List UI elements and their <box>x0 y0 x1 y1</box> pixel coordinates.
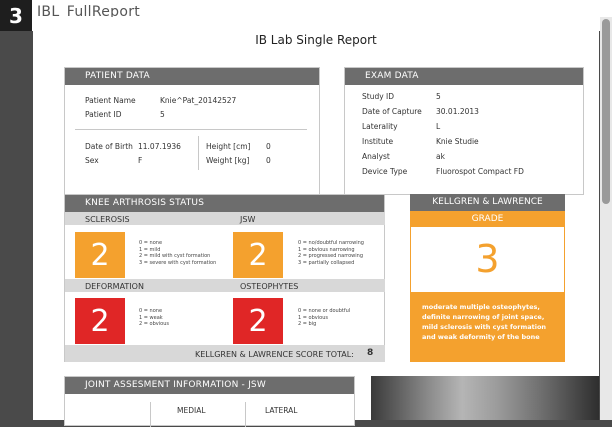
kl-grade-label: GRADE <box>410 211 565 227</box>
joint-assessment-header: JOINT ASSESMENT INFORMATION - JSW <box>65 377 354 394</box>
exam-field-value: ak <box>436 152 445 161</box>
joint-column-divider <box>150 402 151 427</box>
joint-assessment-panel: JOINT ASSESMENT INFORMATION - JSW MEDIAL… <box>64 376 355 427</box>
exam-field-value: Fluorospot Compact FD <box>436 167 524 176</box>
window-number-badge: 3 <box>0 0 32 31</box>
patient-data-header: PATIENT DATA <box>65 68 319 85</box>
deformation-grade: 2 <box>75 298 125 344</box>
exam-field-value: Knie Studie <box>436 137 479 146</box>
exam-data-header: EXAM DATA <box>345 68 583 85</box>
sclerosis-grade: 2 <box>75 232 125 278</box>
deformation-legend: 0 = none 1 = weak 2 = obvious <box>139 308 169 328</box>
weight-value: 0 <box>266 156 271 165</box>
exam-field-value: 5 <box>436 92 441 101</box>
exam-data-panel: EXAM DATA Study ID 5 Date of Capture 30.… <box>344 67 584 195</box>
lateral-label: LATERAL <box>265 406 298 415</box>
kl-description: moderate multiple osteophytes, definite … <box>410 292 565 362</box>
dob-label: Date of Birth <box>85 142 133 151</box>
jsw-grade: 2 <box>233 232 283 278</box>
exam-field-label: Institute <box>362 137 394 146</box>
score-value: 8 <box>367 348 374 358</box>
sclerosis-legend: 0 = none 1 = mild 2 = mild with cyst for… <box>139 240 216 266</box>
patient-divider <box>75 129 307 130</box>
exam-field-label: Laterality <box>362 122 398 131</box>
kl-header: KELLGREN & LAWRENCE <box>410 194 565 211</box>
exam-field-value: 30.01.2013 <box>436 107 479 116</box>
height-value: 0 <box>266 142 271 151</box>
legend-line: 3 = partially collapsed <box>298 259 355 266</box>
scrollbar-thumb[interactable] <box>602 19 610 204</box>
patient-name-label: Patient Name <box>85 96 136 105</box>
jsw-legend: 0 = no/doubtful narrowing 1 = obvious na… <box>298 240 364 266</box>
knee-arthrosis-panel: KNEE ARTHROSIS STATUS SCLEROSIS JSW 2 0 … <box>64 194 385 362</box>
report-title: IB Lab Single Report <box>255 33 377 47</box>
patient-id-value: 5 <box>160 110 165 119</box>
medial-label: MEDIAL <box>177 406 206 415</box>
report-page: IB Lab Single Report PATIENT DATA Patien… <box>33 17 599 427</box>
joint-column-divider <box>245 402 246 427</box>
sex-label: Sex <box>85 156 99 165</box>
score-label: KELLGREN & LAWRENCE SCORE TOTAL: <box>195 350 354 359</box>
patient-name-value: Knie^Pat_20142527 <box>160 96 237 105</box>
legend-line: 0 = no/doubtful narrowing <box>298 240 364 246</box>
deformation-label: DEFORMATION <box>85 282 144 291</box>
patient-id-label: Patient ID <box>85 110 122 119</box>
osteophytes-legend: 0 = none or doubtful 1 = obvious 2 = big <box>298 308 350 328</box>
sclerosis-label: SCLEROSIS <box>85 215 130 224</box>
exam-field-label: Device Type <box>362 167 408 176</box>
patient-data-panel: PATIENT DATA Patient Name Knie^Pat_20142… <box>64 67 320 195</box>
weight-label: Weight [kg] <box>206 156 250 165</box>
sex-value: F <box>138 156 143 165</box>
patient-column-divider <box>198 136 199 170</box>
legend-line: 2 = mild with cyst formation <box>139 253 211 259</box>
legend-line: 2 = big <box>298 321 317 327</box>
kl-grade-value: 3 <box>475 237 500 281</box>
exam-field-value: L <box>436 122 441 131</box>
jsw-label: JSW <box>240 215 256 224</box>
legend-line: 2 = progressed narrowing <box>298 253 363 259</box>
osteophytes-grade: 2 <box>233 298 283 344</box>
legend-line: 3 = severe with cyst formation <box>139 259 217 266</box>
knee-arthrosis-header: KNEE ARTHROSIS STATUS <box>65 195 384 212</box>
dob-value: 11.07.1936 <box>138 142 181 151</box>
exam-field-label: Analyst <box>362 152 390 161</box>
exam-field-label: Date of Capture <box>362 107 422 116</box>
score-bar: KELLGREN & LAWRENCE SCORE TOTAL: 8 <box>65 345 385 362</box>
vertical-scrollbar[interactable] <box>600 17 612 420</box>
exam-field-label: Study ID <box>362 92 395 101</box>
legend-line: 0 = none or doubtful <box>298 308 351 314</box>
legend-line: 2 = obvious <box>139 321 169 327</box>
knee-xray-image <box>371 376 599 420</box>
osteophytes-label: OSTEOPHYTES <box>240 282 299 291</box>
height-label: Height [cm] <box>206 142 251 151</box>
